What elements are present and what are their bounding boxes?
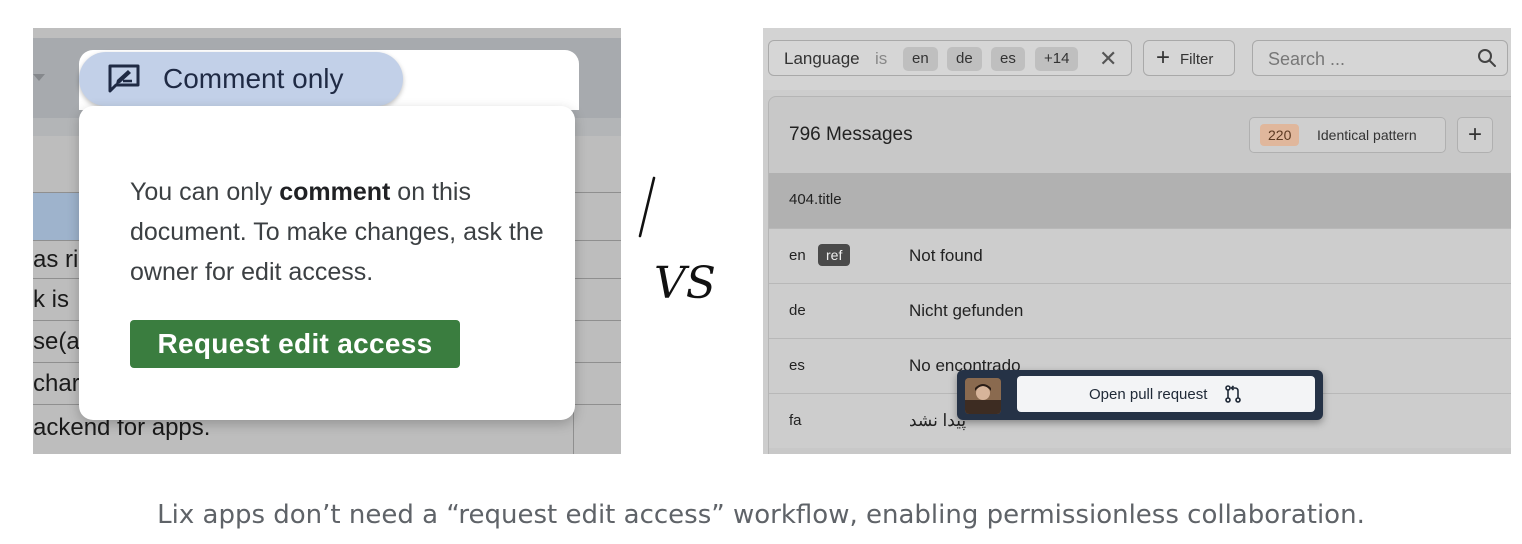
filter-chip-es[interactable]: es bbox=[991, 47, 1025, 71]
message-bold: comment bbox=[279, 178, 391, 206]
git-pull-request-icon bbox=[1225, 385, 1241, 403]
request-edit-access-button[interactable]: Request edit access bbox=[130, 320, 460, 368]
lix-app-panel: Language is en de es +14 ✕ + Filter Sear… bbox=[763, 28, 1511, 454]
comment-edit-icon bbox=[108, 64, 140, 93]
identical-pattern-label: Identical pattern bbox=[1317, 127, 1417, 143]
row-language: es bbox=[789, 357, 805, 374]
add-filter-label: Filter bbox=[1180, 51, 1214, 68]
add-filter-button[interactable]: + Filter bbox=[1143, 40, 1235, 76]
language-filter[interactable]: Language is en de es +14 ✕ bbox=[768, 40, 1132, 76]
doc-row-text: char bbox=[33, 370, 80, 397]
vs-handwriting: VS bbox=[638, 176, 716, 309]
table-gridline bbox=[573, 408, 574, 454]
dropdown-caret-icon[interactable] bbox=[33, 74, 45, 81]
row-value[interactable]: Not found bbox=[909, 246, 983, 266]
open-pull-request-button[interactable]: Open pull request bbox=[1017, 376, 1315, 412]
doc-row-text: se(al bbox=[33, 328, 86, 355]
permission-popover: You can only comment on this document. T… bbox=[79, 106, 575, 420]
avatar-image bbox=[965, 378, 1001, 414]
message-prefix: You can only bbox=[130, 178, 280, 206]
identical-count-badge: 220 bbox=[1260, 124, 1300, 146]
identical-pattern-button[interactable]: 220 Identical pattern bbox=[1249, 117, 1446, 153]
open-pull-request-label: Open pull request bbox=[1089, 386, 1208, 403]
add-message-button[interactable]: + bbox=[1457, 117, 1493, 153]
docs-comment-only-panel: as ri k is se(al char ackend for apps. C… bbox=[33, 28, 621, 454]
filter-field-label: Language bbox=[784, 49, 860, 68]
filter-chip-en[interactable]: en bbox=[903, 47, 938, 71]
vs-divider: VS bbox=[626, 160, 736, 310]
comment-only-label: Comment only bbox=[163, 63, 344, 94]
message-key-row[interactable]: 404.title bbox=[769, 173, 1511, 228]
row-value[interactable]: Nicht gefunden bbox=[909, 301, 1023, 321]
search-icon bbox=[1478, 49, 1496, 67]
filter-chip-de[interactable]: de bbox=[947, 47, 982, 71]
reference-badge: ref bbox=[818, 244, 851, 266]
search-input[interactable]: Search ... bbox=[1252, 40, 1508, 76]
message-row-en[interactable]: en ref Not found bbox=[769, 228, 1511, 283]
filter-operator: is bbox=[875, 49, 888, 68]
message-row-de[interactable]: de Nicht gefunden bbox=[769, 283, 1511, 338]
filter-chip-more[interactable]: +14 bbox=[1035, 47, 1079, 71]
comment-only-chip[interactable]: Comment only bbox=[79, 52, 403, 106]
figure-caption: Lix apps don’t need a “request edit acce… bbox=[157, 500, 1365, 530]
row-language: fa bbox=[789, 412, 802, 429]
search-placeholder: Search ... bbox=[1268, 49, 1346, 69]
doc-row-text: as ri bbox=[33, 246, 79, 273]
permission-message: You can only comment on this document. T… bbox=[130, 172, 550, 292]
row-language: en bbox=[789, 247, 806, 264]
doc-row-text: k is bbox=[33, 286, 69, 313]
clear-filter-icon[interactable]: ✕ bbox=[1099, 46, 1117, 72]
pull-request-popup: Open pull request bbox=[957, 370, 1323, 420]
row-language: de bbox=[789, 302, 806, 319]
vs-text: VS bbox=[654, 258, 716, 309]
avatar bbox=[965, 378, 1001, 414]
message-key: 404.title bbox=[789, 191, 842, 208]
messages-count: 796 Messages bbox=[789, 124, 913, 145]
plus-icon: + bbox=[1156, 44, 1171, 71]
